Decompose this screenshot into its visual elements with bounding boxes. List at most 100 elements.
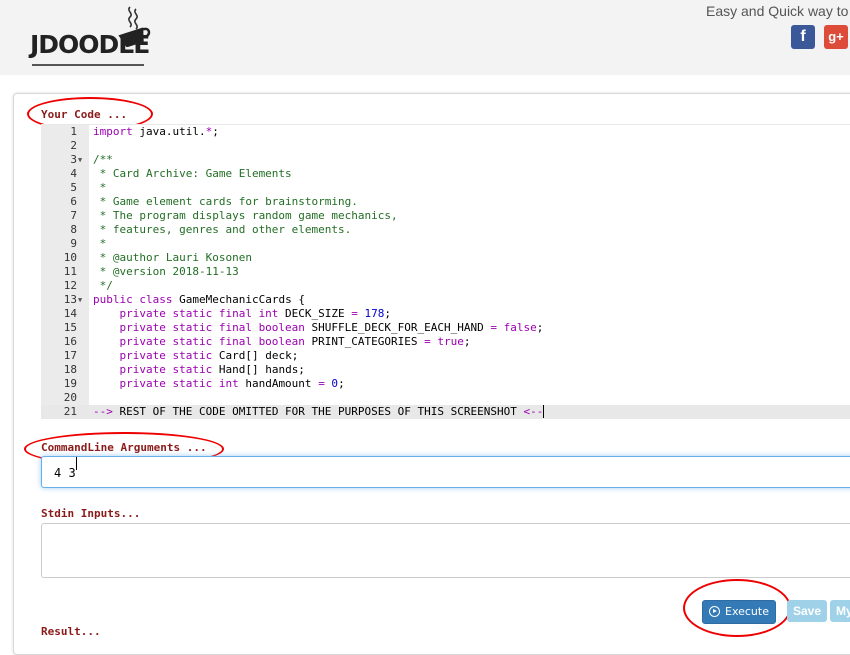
args-value: 4 3 bbox=[54, 466, 76, 480]
coffee-cup-icon bbox=[118, 6, 151, 47]
code-text: public class GameMechanicCards { bbox=[93, 293, 305, 307]
code-token: private static final int bbox=[93, 307, 279, 320]
code-token: = bbox=[351, 307, 358, 320]
code-text: * Card Archive: Game Elements bbox=[93, 167, 292, 181]
line-number: 17 bbox=[63, 349, 77, 362]
line-number: 20 bbox=[63, 391, 77, 404]
code-line[interactable]: 3 ▼ /** bbox=[41, 153, 850, 167]
code-text: import java.util.*; bbox=[93, 125, 219, 139]
code-token: <-- bbox=[523, 405, 544, 418]
code-text: --> REST OF THE CODE OMITTED FOR THE PUR… bbox=[93, 405, 545, 419]
result-label: Result... bbox=[41, 625, 101, 638]
facebook-icon[interactable]: f bbox=[791, 25, 815, 49]
code-token: handAmount bbox=[238, 377, 319, 390]
save-button[interactable]: Save bbox=[787, 600, 828, 622]
code-line[interactable]: 18 private static Hand[] hands; bbox=[41, 363, 850, 377]
code-text: private static Card[] deck; bbox=[93, 349, 298, 363]
code-line[interactable]: 15 private static final boolean SHUFFLE_… bbox=[41, 321, 850, 335]
code-token: import bbox=[93, 125, 133, 138]
code-token: REST OF THE CODE OMITTED FOR THE PURPOSE… bbox=[112, 405, 524, 418]
code-line[interactable]: 9 * bbox=[41, 237, 850, 251]
line-number: 12 bbox=[63, 279, 77, 292]
google-plus-icon[interactable]: g+ bbox=[824, 25, 848, 49]
code-token: * features, genres and other elements. bbox=[93, 223, 352, 236]
line-number: 9 bbox=[70, 237, 77, 250]
line-number: 2 bbox=[70, 139, 77, 152]
code-token: java.util. bbox=[132, 125, 206, 138]
header-bar: JDOODLE Easy and Quick way to f g+ bbox=[0, 0, 850, 75]
code-token: private static final boolean bbox=[93, 335, 305, 348]
code-token: ; bbox=[338, 377, 345, 390]
line-number: 21 bbox=[63, 405, 77, 418]
code-line[interactable]: 2 bbox=[41, 139, 850, 153]
code-token: * bbox=[93, 181, 107, 194]
line-number: 10 bbox=[63, 251, 77, 264]
code-token: Hand[] hands; bbox=[212, 363, 305, 376]
code-line[interactable]: 11 * @version 2018-11-13 bbox=[41, 265, 850, 279]
code-text: private static final int DECK_SIZE = 178… bbox=[93, 307, 391, 321]
line-number: 8 bbox=[70, 223, 77, 236]
code-text: /** bbox=[93, 153, 113, 167]
my-projects-button[interactable]: My bbox=[830, 600, 850, 622]
code-line[interactable]: 5 * bbox=[41, 181, 850, 195]
code-token: * Card Archive: Game Elements bbox=[93, 167, 292, 180]
code-line[interactable]: 12 */ bbox=[41, 279, 850, 293]
line-number: 16 bbox=[63, 335, 77, 348]
stdin-input[interactable] bbox=[41, 523, 850, 578]
code-text: * features, genres and other elements. bbox=[93, 223, 352, 237]
code-token: = true bbox=[424, 335, 464, 348]
code-token: 0 bbox=[324, 377, 339, 390]
code-token: = false bbox=[490, 321, 537, 334]
code-editor[interactable]: 1 import java.util.*; 2 3 ▼/** 4 * Card Archi… bbox=[41, 124, 850, 419]
line-number: 5 bbox=[70, 181, 77, 194]
code-line[interactable]: 10 * @author Lauri Kosonen bbox=[41, 251, 850, 265]
logo-underline bbox=[32, 64, 144, 66]
code-token: */ bbox=[93, 279, 113, 292]
code-line[interactable]: 19 private static int handAmount = 0; bbox=[41, 377, 850, 391]
code-text: * Game element cards for brainstorming. bbox=[93, 195, 358, 209]
code-token: SHUFFLE_DECK_FOR_EACH_HAND bbox=[304, 321, 491, 334]
code-token: public class bbox=[93, 293, 173, 306]
fold-arrow-icon[interactable]: ▼ bbox=[78, 293, 82, 307]
code-token: ; bbox=[212, 125, 219, 138]
code-line[interactable]: 21 --> REST OF THE CODE OMITTED FOR THE P… bbox=[41, 405, 850, 419]
code-line[interactable]: 20 bbox=[41, 391, 850, 405]
code-token: ; bbox=[384, 307, 392, 320]
line-number: 13 bbox=[63, 293, 77, 306]
code-token: * @version 2018-11-13 bbox=[93, 265, 239, 278]
code-token: private static int bbox=[93, 377, 239, 390]
code-token: private static bbox=[93, 349, 213, 362]
code-text: * bbox=[93, 181, 107, 195]
code-text: * @author Lauri Kosonen bbox=[93, 251, 252, 265]
line-number: 15 bbox=[63, 321, 77, 334]
line-number: 19 bbox=[63, 377, 77, 390]
code-token: * Game element cards for brainstorming. bbox=[93, 195, 358, 208]
code-token: private static final boolean bbox=[93, 321, 305, 334]
code-line[interactable]: 6 * Game element cards for brainstorming… bbox=[41, 195, 850, 209]
code-token: PRINT_CATEGORIES bbox=[304, 335, 425, 348]
code-line[interactable]: 7 * The program displays random game mec… bbox=[41, 209, 850, 223]
code-line[interactable]: 17 private static Card[] deck; bbox=[41, 349, 850, 363]
line-number: 11 bbox=[63, 265, 77, 278]
code-line[interactable]: 13 ▼ public class GameMechanicCards { bbox=[41, 293, 850, 307]
code-text: * The program displays random game mecha… bbox=[93, 209, 398, 223]
code-line[interactable]: 8 * features, genres and other elements. bbox=[41, 223, 850, 237]
line-number: 6 bbox=[70, 195, 77, 208]
code-text: * @version 2018-11-13 bbox=[93, 265, 239, 279]
fold-arrow-icon[interactable]: ▼ bbox=[78, 153, 82, 167]
code-text: private static int handAmount = 0; bbox=[93, 377, 345, 391]
annotation-circle-execute bbox=[683, 579, 791, 637]
code-token: 178 bbox=[357, 307, 385, 320]
code-line[interactable]: 16 private static final boolean PRINT_CA… bbox=[41, 335, 850, 349]
code-line[interactable]: 14 private static final int DECK_SIZE = … bbox=[41, 307, 850, 321]
code-line[interactable]: 1 import java.util.*; bbox=[41, 125, 850, 139]
line-number: 7 bbox=[70, 209, 77, 222]
code-token: * bbox=[93, 237, 107, 250]
stdin-label: Stdin Inputs... bbox=[41, 507, 141, 520]
code-line[interactable]: 4 * Card Archive: Game Elements bbox=[41, 167, 850, 181]
code-token: Card[] deck; bbox=[212, 349, 299, 362]
editor-cursor bbox=[543, 405, 545, 418]
commandline-args-input[interactable]: 4 3 bbox=[41, 456, 850, 488]
code-token: private static bbox=[93, 363, 213, 376]
code-token: DECK_SIZE bbox=[278, 307, 352, 320]
